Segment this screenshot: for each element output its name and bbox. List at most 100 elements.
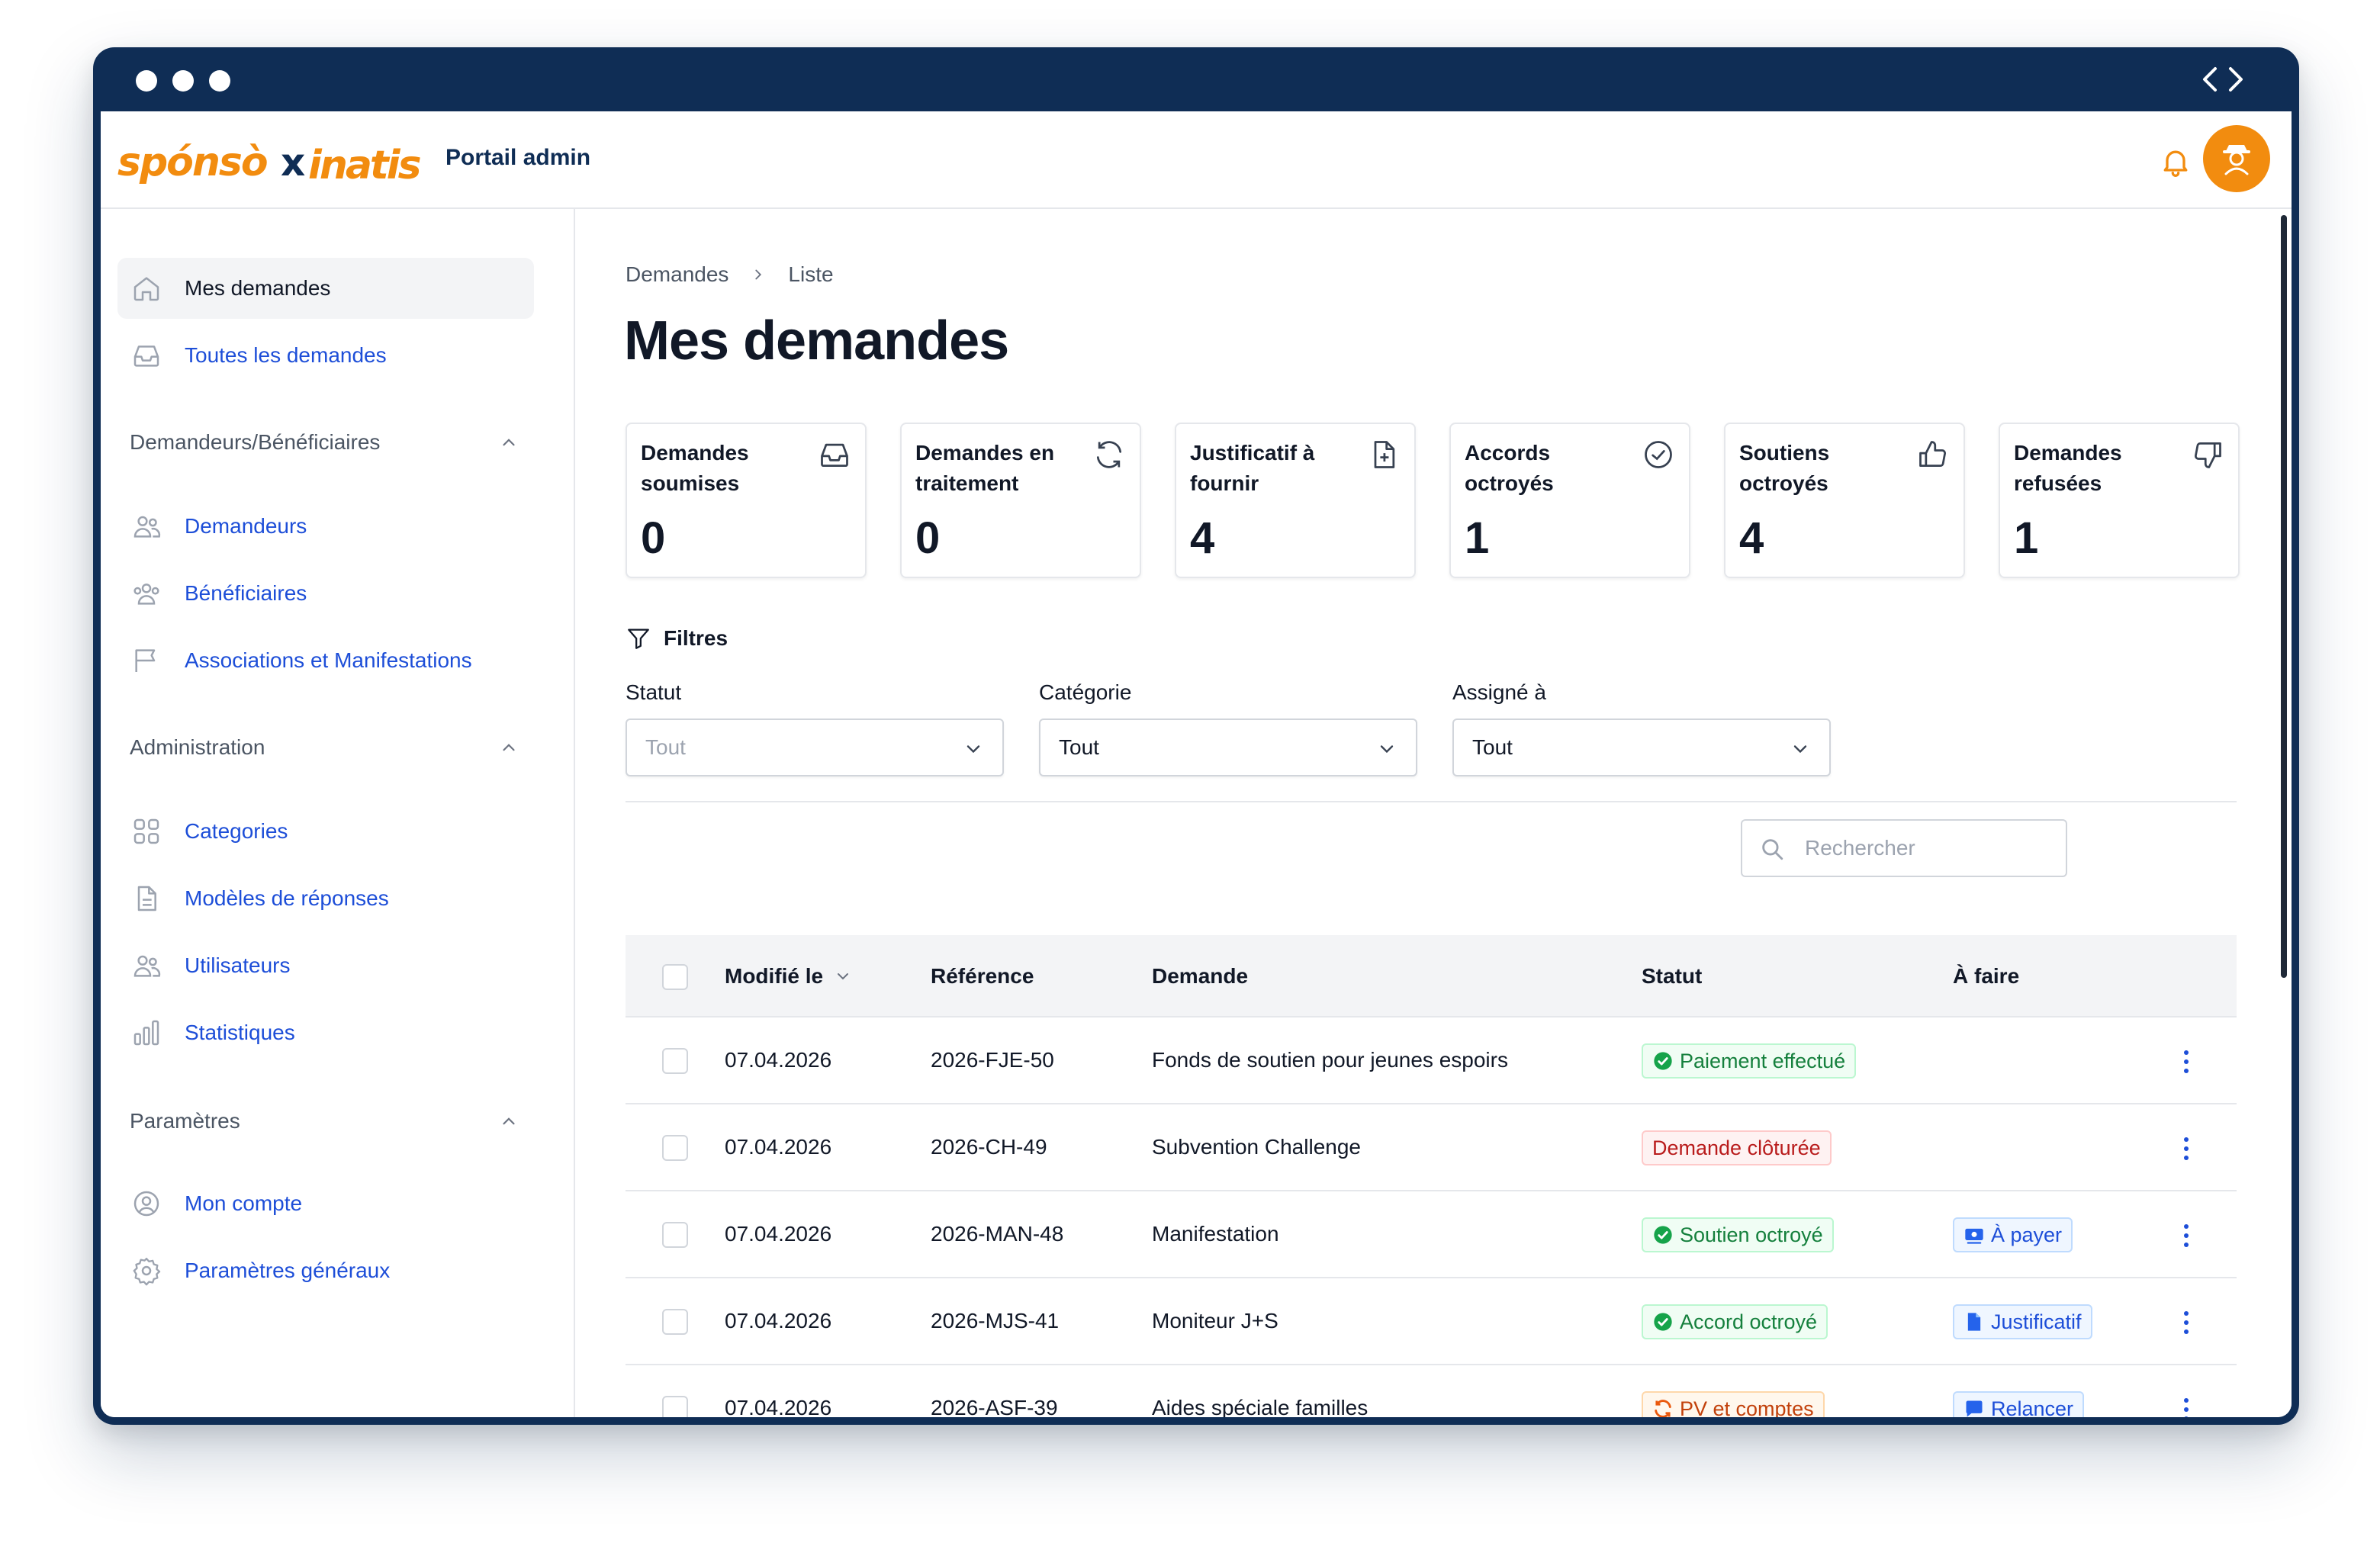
table-row[interactable]: 07.04.2026 2026-MAN-48 Manifestation Sou… <box>626 1191 2237 1278</box>
sidebar-item-utilisateurs[interactable]: Utilisateurs <box>117 935 534 996</box>
chevron-right-icon <box>755 269 762 280</box>
scrollbar[interactable] <box>2281 215 2287 978</box>
document-plus-icon <box>1374 441 1395 468</box>
assigne-select[interactable]: Tout <box>1452 719 1831 776</box>
sidebar-item-label: Toutes les demandes <box>185 343 387 367</box>
breadcrumb-link-demandes[interactable]: Demandes <box>626 262 728 287</box>
table-row[interactable]: 07.04.2026 2026-CH-49 Subvention Challen… <box>626 1104 2237 1191</box>
sidebar-item-mon-compte[interactable]: Mon compte <box>117 1173 534 1234</box>
column-header-modifie[interactable]: Modifié le <box>725 964 852 989</box>
stat-value: 4 <box>1190 513 1215 563</box>
section-title: Administration <box>130 735 265 759</box>
window-dot-close[interactable] <box>136 70 157 92</box>
row-demande: Manifestation <box>1152 1222 1279 1246</box>
row-checkbox[interactable] <box>662 1135 688 1161</box>
status-label: PV et comptes <box>1680 1397 1814 1418</box>
todo-label: Justificatif <box>1991 1310 2082 1333</box>
stat-value: 0 <box>641 513 666 563</box>
todo-badge[interactable]: À payer <box>1953 1217 2073 1252</box>
section-parametres-header[interactable]: Paramètres <box>130 1109 519 1133</box>
sidebar-item-statistiques[interactable]: Statistiques <box>117 1002 534 1063</box>
flag-icon <box>135 649 156 672</box>
main-content: Demandes Liste Mes demandes Demandes sou… <box>577 209 2292 1417</box>
stat-card-soutiens[interactable]: Soutiens octroyés 4 <box>1724 423 1965 578</box>
more-actions-icon[interactable] <box>2182 1048 2191 1075</box>
sidebar: Mes demandes Toutes les demandes Demande… <box>101 209 575 1417</box>
stat-card-accords[interactable]: Accords octroyés 1 <box>1449 423 1690 578</box>
sidebar-item-modeles-reponses[interactable]: Modèles de réponses <box>117 868 534 929</box>
row-checkbox[interactable] <box>662 1048 688 1074</box>
home-icon <box>133 277 159 301</box>
stat-card-soumises[interactable]: Demandes soumises 0 <box>626 423 867 578</box>
sidebar-item-beneficiaires[interactable]: Bénéficiaires <box>117 563 534 624</box>
thumb-down-icon <box>2195 442 2221 468</box>
portal-title: Portail admin <box>445 145 591 170</box>
filters-divider <box>626 801 2237 802</box>
categorie-select[interactable]: Tout <box>1039 719 1417 776</box>
row-date: 07.04.2026 <box>725 1048 832 1072</box>
sidebar-item-label: Statistiques <box>185 1021 295 1044</box>
more-actions-icon[interactable] <box>2182 1309 2191 1336</box>
svg-text:x: x <box>281 140 305 185</box>
svg-text:inatis: inatis <box>308 143 421 188</box>
table-row[interactable]: 07.04.2026 2026-MJS-41 Moniteur J+S Acco… <box>626 1278 2237 1365</box>
select-all-checkbox[interactable] <box>662 964 688 990</box>
chevron-down-icon <box>1793 745 1807 754</box>
stat-card-refusees[interactable]: Demandes refusées 1 <box>1999 423 2240 578</box>
users-icon <box>133 955 161 977</box>
document-icon <box>1967 1313 1981 1331</box>
window-dot-maximize[interactable] <box>209 70 230 92</box>
row-checkbox[interactable] <box>662 1309 688 1335</box>
row-demande: Fonds de soutien pour jeunes espoirs <box>1152 1048 1508 1072</box>
row-checkbox[interactable] <box>662 1396 688 1417</box>
column-header-label: Modifié le <box>725 964 824 988</box>
chevron-up-icon[interactable] <box>499 432 519 452</box>
stat-card-justificatif[interactable]: Justificatif à fournir 4 <box>1175 423 1416 578</box>
bell-icon[interactable] <box>2159 145 2192 178</box>
sidebar-item-categories[interactable]: Categories <box>117 801 534 862</box>
column-header-statut: Statut <box>1642 964 1703 988</box>
check-circle-icon <box>1654 1052 1672 1070</box>
more-actions-icon[interactable] <box>2182 1396 2191 1417</box>
stat-card-traitement[interactable]: Demandes en traitement 0 <box>900 423 1141 578</box>
table-row[interactable]: 07.04.2026 2026-FJE-50 Fonds de soutien … <box>626 1018 2237 1104</box>
more-actions-icon[interactable] <box>2182 1222 2191 1249</box>
bar-chart-icon <box>133 1020 159 1046</box>
todo-badge[interactable]: Justificatif <box>1953 1304 2092 1339</box>
statut-select[interactable]: Tout <box>626 719 1004 776</box>
search-input[interactable] <box>1741 819 2067 877</box>
users-icon <box>133 516 161 538</box>
sidebar-item-label: Paramètres généraux <box>185 1259 391 1282</box>
row-checkbox[interactable] <box>662 1222 688 1248</box>
table-row[interactable]: 07.04.2026 2026-ASF-39 Aides spéciale fa… <box>626 1365 2237 1417</box>
stat-value: 0 <box>915 513 941 563</box>
window-dot-minimize[interactable] <box>172 70 194 92</box>
status-badge: PV et comptes <box>1642 1391 1825 1417</box>
sidebar-item-label: Associations et Manifestations <box>185 648 472 672</box>
status-badge: Soutien octroyé <box>1642 1217 1834 1252</box>
sidebar-item-mes-demandes[interactable]: Mes demandes <box>117 258 534 319</box>
sidebar-item-associations[interactable]: Associations et Manifestations <box>117 630 534 691</box>
filter-label-assigne: Assigné à <box>1452 680 1546 704</box>
chevron-down-icon <box>966 745 980 754</box>
todo-label: À payer <box>1991 1223 2063 1246</box>
sidebar-item-toutes-les-demandes[interactable]: Toutes les demandes <box>117 325 534 386</box>
row-demande: Moniteur J+S <box>1152 1309 1278 1333</box>
todo-badge[interactable]: Relancer <box>1953 1391 2085 1417</box>
more-actions-icon[interactable] <box>2182 1135 2191 1162</box>
stat-value: 1 <box>1465 513 1490 563</box>
section-demandeurs-header[interactable]: Demandeurs/Bénéficiaires <box>130 430 519 455</box>
stat-label: Demandes en traitement <box>915 441 1055 495</box>
filters-title: Filtres <box>664 626 728 650</box>
section-administration-header[interactable]: Administration <box>130 735 519 760</box>
chevron-up-icon[interactable] <box>499 1111 519 1131</box>
code-icon <box>2203 67 2243 92</box>
app-root: spónsò x inatis Portail admin Mes demand… <box>101 111 2292 1417</box>
row-date: 07.04.2026 <box>725 1135 832 1159</box>
chevron-up-icon[interactable] <box>499 738 519 757</box>
avatar[interactable] <box>2203 125 2270 192</box>
sidebar-item-parametres-generaux[interactable]: Paramètres généraux <box>117 1240 534 1301</box>
brand-logo[interactable]: spónsò x inatis <box>117 131 430 192</box>
user-avatar-icon <box>2223 145 2250 175</box>
sidebar-item-demandeurs[interactable]: Demandeurs <box>117 496 534 557</box>
